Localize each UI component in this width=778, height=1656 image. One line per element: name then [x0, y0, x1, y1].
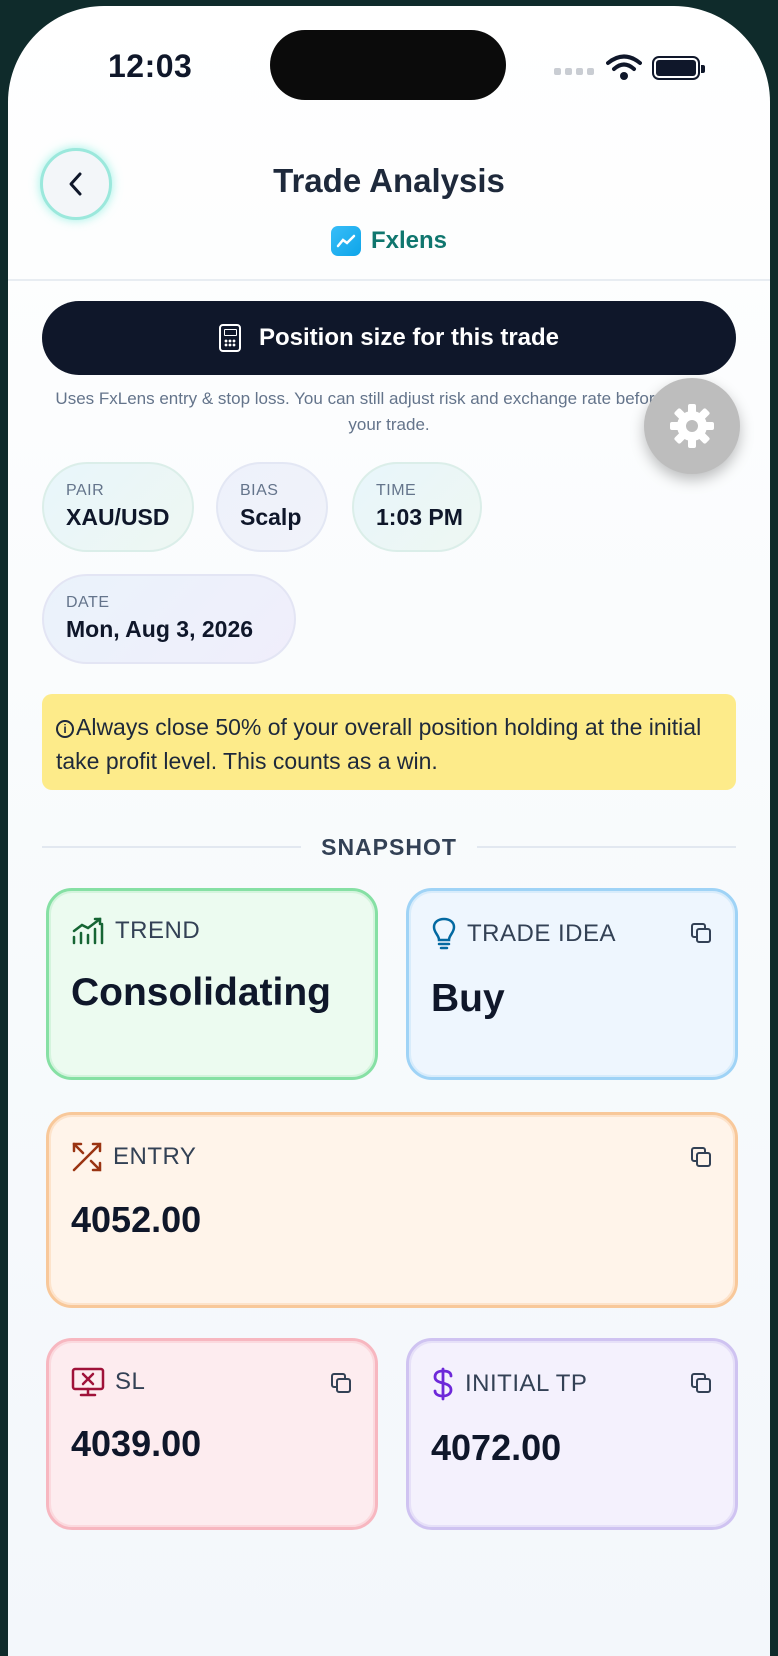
alert-text: Always close 50% of your overall positio… — [56, 714, 702, 774]
sl-card-header: SL — [71, 1367, 353, 1397]
position-size-button[interactable]: Position size for this trade — [42, 301, 736, 375]
battery-icon — [652, 56, 705, 80]
chip-date-value: Mon, Aug 3, 2026 — [66, 616, 254, 642]
trade-idea-card-header: TRADE IDEA — [431, 917, 713, 951]
sl-card: SL 4039.00 — [46, 1338, 378, 1530]
gear-icon — [670, 404, 714, 448]
trade-idea-value: Buy — [431, 977, 505, 1020]
trend-label: TREND — [115, 917, 201, 944]
chip-bias: BIAS Scalp — [216, 462, 328, 552]
status-bar: 12:03 — [8, 6, 770, 126]
chip-date-key: DATE — [66, 594, 110, 611]
dynamic-island — [270, 30, 506, 100]
chip-time-value: 1:03 PM — [376, 504, 463, 530]
snapshot-heading: SNAPSHOT — [321, 833, 457, 860]
crosshair-arrow-icon — [72, 1142, 102, 1172]
calculator-icon — [218, 324, 241, 352]
settings-button[interactable] — [644, 378, 740, 474]
cellular-signal-icon — [554, 68, 594, 75]
snapshot-divider: SNAPSHOT — [42, 832, 737, 862]
chip-bias-value: Scalp — [240, 504, 302, 530]
monitor-x-icon — [71, 1367, 105, 1397]
copy-icon[interactable] — [689, 921, 713, 945]
trade-idea-card: TRADE IDEA Buy — [406, 888, 738, 1080]
trade-idea-label: TRADE IDEA — [467, 920, 617, 947]
chip-pair-key: PAIR — [66, 482, 105, 499]
trend-chart-icon — [72, 917, 104, 945]
chip-pair-value: XAU/USD — [66, 504, 170, 530]
entry-card: ENTRY 4052.00 — [46, 1112, 738, 1308]
info-alert: i Always close 50% of your overall positi… — [42, 694, 736, 790]
chip-bias-key: BIAS — [240, 482, 279, 499]
page-title: Trade Analysis — [273, 162, 505, 199]
initial-tp-card-header: INITIAL TP — [431, 1367, 713, 1401]
chip-pair: PAIR XAU/USD — [42, 462, 194, 552]
divider-line — [42, 846, 302, 848]
info-icon: i — [56, 720, 74, 738]
divider-line — [476, 846, 737, 848]
initial-tp-card: INITIAL TP 4072.00 — [406, 1338, 738, 1530]
position-size-label: Position size for this trade — [258, 324, 560, 351]
chip-time: TIME 1:03 PM — [352, 462, 482, 552]
dollar-icon — [433, 1367, 453, 1401]
initial-tp-value: 4072.00 — [431, 1427, 562, 1468]
copy-icon[interactable] — [689, 1371, 713, 1395]
header: Trade Analysis Fxlens — [8, 126, 770, 281]
status-time: 12:03 — [108, 48, 193, 84]
trend-card-header: TREND — [71, 917, 353, 945]
copy-icon[interactable] — [329, 1371, 353, 1395]
trend-card: TREND Consolidating — [46, 888, 378, 1080]
brand: Fxlens — [8, 226, 770, 256]
sl-value: 4039.00 — [71, 1423, 202, 1464]
sl-label: SL — [115, 1368, 146, 1395]
brand-name: Fxlens — [370, 227, 448, 254]
wifi-icon — [606, 54, 642, 80]
copy-icon[interactable] — [689, 1145, 713, 1169]
entry-value: 4052.00 — [71, 1199, 202, 1240]
chip-date: DATE Mon, Aug 3, 2026 — [42, 574, 296, 664]
trend-value: Consolidating — [71, 971, 331, 1014]
entry-card-header: ENTRY — [71, 1141, 713, 1173]
initial-tp-label: INITIAL TP — [465, 1370, 588, 1397]
chip-time-key: TIME — [376, 482, 417, 499]
position-size-note: Uses FxLens entry & stop loss. You can s… — [55, 389, 723, 434]
fxlens-logo-icon — [330, 226, 361, 256]
lightbulb-icon — [432, 917, 456, 950]
phone-screen: 12:03 Trade Analysis Fxlens Position siz… — [8, 6, 770, 1656]
entry-label: ENTRY — [113, 1143, 197, 1170]
